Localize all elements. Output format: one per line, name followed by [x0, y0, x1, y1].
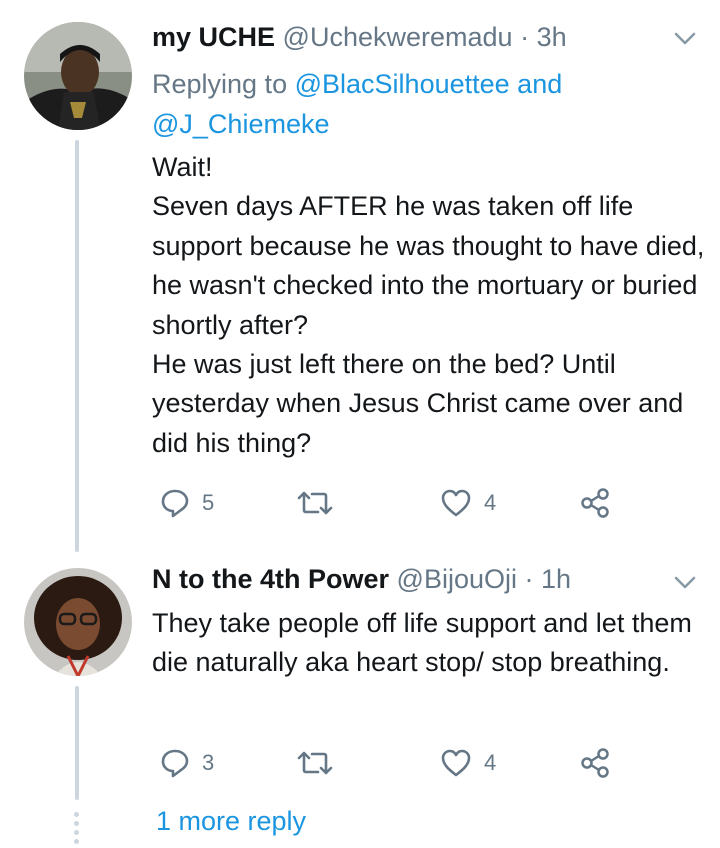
- share-button[interactable]: [580, 487, 610, 519]
- thread-line: [75, 686, 79, 800]
- reply-count: 3: [202, 750, 215, 775]
- tweet-text: They take people off life support and le…: [152, 608, 692, 678]
- timestamp[interactable]: · 1h: [525, 564, 572, 594]
- like-count: 4: [484, 490, 497, 515]
- retweet-icon: [297, 751, 333, 775]
- like-button[interactable]: 4: [440, 748, 496, 778]
- heart-icon: [441, 489, 471, 517]
- avatar[interactable]: [24, 22, 132, 130]
- tweet-header: N to the 4th Power @BijouOji · 1h: [152, 562, 571, 596]
- chevron-down-icon[interactable]: [674, 32, 696, 51]
- chevron-down-icon[interactable]: [674, 576, 696, 595]
- reply-icon: [161, 749, 189, 778]
- reply-count: 5: [202, 490, 215, 515]
- display-name[interactable]: N to the 4th Power: [152, 564, 389, 594]
- handle[interactable]: @BijouOji: [397, 564, 517, 594]
- thread-line: [75, 140, 79, 552]
- replying-label: Replying to: [152, 69, 288, 99]
- more-replies-link[interactable]: 1 more reply: [156, 806, 306, 837]
- avatar[interactable]: [24, 568, 132, 676]
- retweet-button[interactable]: [296, 490, 346, 516]
- share-icon: [581, 488, 609, 518]
- like-count: 4: [484, 750, 497, 775]
- reply-button[interactable]: 3: [160, 748, 214, 778]
- mention-link[interactable]: @J_Chiemeke: [152, 109, 329, 139]
- share-button[interactable]: [580, 747, 610, 779]
- tweet-text: Wait! Seven days AFTER he was taken off …: [152, 152, 705, 458]
- reply-button[interactable]: 5: [160, 488, 214, 518]
- like-button[interactable]: 4: [440, 488, 496, 518]
- retweet-icon: [297, 491, 333, 515]
- replying-to: Replying to @BlacSilhouettee and @J_Chie…: [152, 64, 672, 144]
- retweet-button[interactable]: [296, 750, 346, 776]
- heart-icon: [441, 749, 471, 777]
- share-icon: [581, 748, 609, 778]
- mention-link[interactable]: @BlacSilhouettee: [295, 69, 510, 99]
- timestamp[interactable]: · 3h: [520, 22, 567, 52]
- more-replies-dots: [74, 812, 80, 848]
- tweet-header: my UCHE @Uchekweremadu · 3h: [152, 20, 567, 54]
- reply-icon: [161, 489, 189, 518]
- display-name[interactable]: my UCHE: [152, 22, 275, 52]
- mention-and[interactable]: and: [517, 69, 562, 99]
- handle[interactable]: @Uchekweremadu: [283, 22, 513, 52]
